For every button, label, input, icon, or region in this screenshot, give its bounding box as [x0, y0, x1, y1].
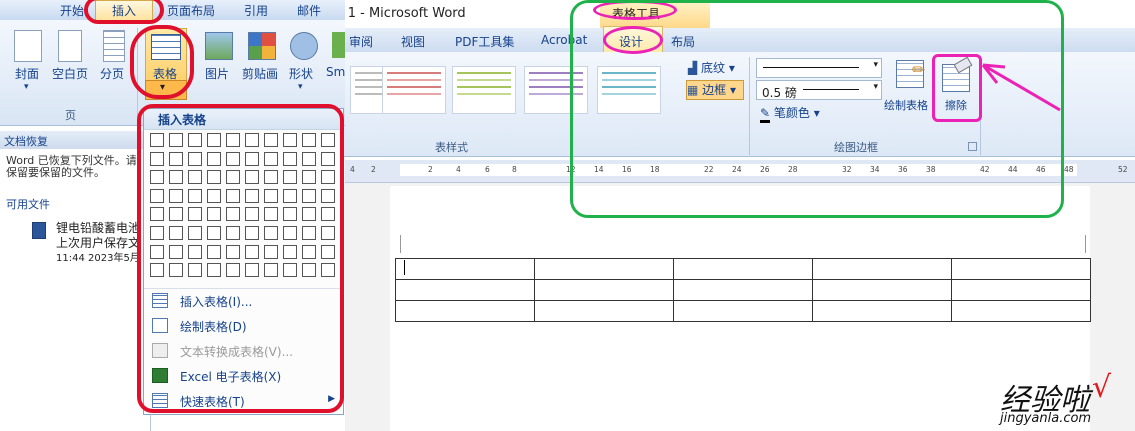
chevron-down-icon: ▾ — [24, 82, 29, 92]
tab-mailings[interactable]: 邮件 — [297, 2, 321, 19]
available-files-label: 可用文件 — [6, 198, 50, 211]
recovery-message: Word 已恢复下列文件。请保留要保留的文件。 — [6, 154, 137, 179]
word-file-icon — [32, 222, 46, 239]
shapes-icon[interactable] — [290, 32, 318, 60]
tab-view[interactable]: 视图 — [401, 33, 425, 50]
text-cursor — [404, 260, 405, 275]
annotation-box-insert-table-menu — [137, 104, 344, 413]
table-cell[interactable] — [534, 279, 674, 301]
table-cell[interactable] — [673, 279, 813, 301]
smartart-button[interactable]: Sm — [326, 65, 345, 79]
page-break-icon[interactable] — [103, 30, 125, 62]
table-cell[interactable] — [534, 300, 674, 322]
table-cell[interactable] — [395, 300, 535, 322]
clip-art-icon[interactable] — [248, 32, 276, 60]
group-pages-label: 页 — [65, 109, 76, 122]
annotation-circle-table-button — [130, 25, 194, 99]
cover-page-button[interactable]: 封面 — [15, 65, 39, 82]
smartart-icon[interactable] — [332, 32, 345, 58]
table-style-green[interactable] — [452, 66, 516, 114]
table-cell[interactable] — [395, 279, 535, 301]
annotation-circle-insert-tab — [84, 0, 164, 24]
watermark-url: jingyanla.com — [1000, 411, 1092, 426]
table-style-red[interactable] — [382, 66, 446, 114]
table-cell[interactable] — [812, 258, 952, 280]
table-cell[interactable] — [673, 300, 813, 322]
picture-button[interactable]: 图片 — [205, 65, 229, 82]
page-break-button[interactable]: 分页 — [100, 65, 124, 82]
document-title: i 1 - Microsoft Word — [340, 6, 466, 21]
table-cell[interactable] — [395, 258, 535, 280]
table-cell[interactable] — [951, 258, 1091, 280]
table-cell[interactable] — [812, 300, 952, 322]
recovered-file-timestamp: 11:44 2023年5月 — [56, 253, 140, 264]
tab-home[interactable]: 开始 — [60, 2, 84, 19]
table-cell[interactable] — [534, 258, 674, 280]
recovery-pane-header: 文档恢复 — [0, 131, 150, 149]
margin-mark — [1085, 235, 1086, 253]
cover-page-icon[interactable] — [14, 30, 42, 62]
tab-page-layout[interactable]: 页面布局 — [167, 2, 215, 19]
tab-review[interactable]: 审阅 — [349, 33, 373, 50]
table-cell[interactable] — [812, 279, 952, 301]
chevron-down-icon: ▾ — [298, 82, 303, 92]
margin-mark — [400, 235, 401, 253]
group-table-styles-label: 表样式 — [435, 141, 468, 154]
picture-icon[interactable] — [205, 32, 233, 60]
document-table[interactable] — [395, 258, 1091, 322]
table-cell[interactable] — [951, 300, 1091, 322]
clip-art-button[interactable]: 剪贴画 — [242, 65, 278, 82]
table-cell[interactable] — [673, 258, 813, 280]
table-cell[interactable] — [951, 279, 1091, 301]
blank-page-button[interactable]: 空白页 — [52, 65, 88, 82]
annotation-box-table-tools — [570, 0, 1064, 218]
blank-page-icon[interactable] — [58, 30, 82, 62]
tab-pdf-tools[interactable]: PDF工具集 — [455, 33, 514, 50]
shapes-button[interactable]: 形状 — [289, 65, 313, 82]
tab-references[interactable]: 引用 — [244, 2, 268, 19]
check-icon: √ — [1092, 370, 1112, 405]
